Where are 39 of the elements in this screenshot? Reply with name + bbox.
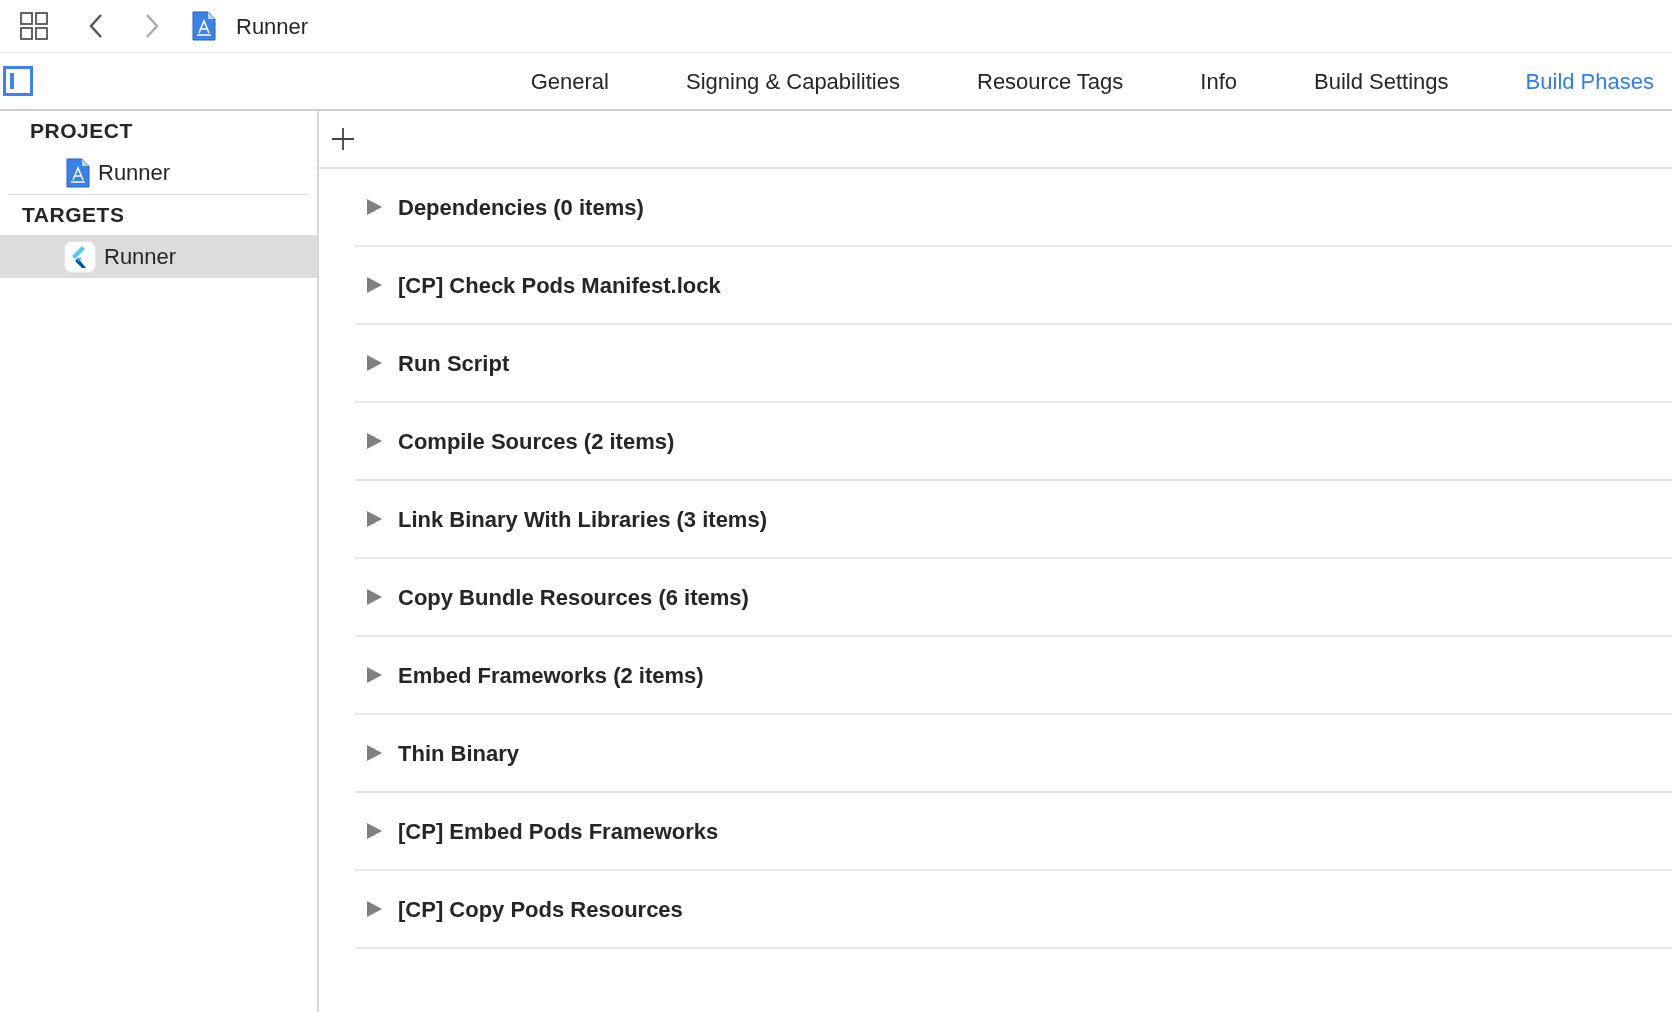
add-icon[interactable]: [331, 127, 355, 151]
section-heading: TARGETS: [22, 202, 125, 229]
disclosure-triangle[interactable]: [366, 277, 382, 293]
build-phase-title[interactable]: Copy Bundle Resources (6 items): [398, 580, 749, 614]
sidebar-item[interactable]: Runner: [0, 151, 317, 194]
tab[interactable]: Build Phases: [1525, 64, 1654, 98]
disclosure-triangle[interactable]: [366, 589, 382, 605]
breadcrumb-title[interactable]: Runner: [236, 9, 309, 43]
disclosure-triangle[interactable]: [366, 199, 382, 215]
section-heading: PROJECT: [30, 118, 133, 145]
grid-icon[interactable]: [20, 12, 48, 40]
tab[interactable]: General: [530, 64, 609, 98]
build-phase-title[interactable]: Compile Sources (2 items): [398, 424, 675, 458]
build-phase-title[interactable]: Embed Frameworks (2 items): [398, 658, 704, 692]
disclosure-triangle[interactable]: [366, 667, 382, 683]
disclosure-triangle[interactable]: [366, 745, 382, 761]
sidebar-toggle-icon[interactable]: [3, 66, 33, 96]
tab[interactable]: Build Settings: [1314, 64, 1449, 98]
disclosure-triangle[interactable]: [366, 355, 382, 371]
sidebar-item[interactable]: Runner: [0, 235, 317, 278]
build-phase-title[interactable]: [CP] Copy Pods Resources: [398, 892, 683, 926]
app-target-icon: [64, 240, 96, 273]
disclosure-triangle[interactable]: [366, 823, 382, 839]
disclosure-triangle[interactable]: [366, 901, 382, 917]
forward-icon[interactable]: [144, 13, 160, 39]
tab[interactable]: Info: [1200, 64, 1238, 98]
back-icon[interactable]: [88, 13, 104, 39]
build-phase-title[interactable]: [CP] Check Pods Manifest.lock: [398, 268, 721, 302]
disclosure-triangle[interactable]: [366, 511, 382, 527]
build-phase-title[interactable]: [CP] Embed Pods Frameworks: [398, 814, 719, 848]
app-document-icon: [66, 157, 90, 188]
tab[interactable]: Resource Tags: [977, 64, 1124, 98]
build-phase-title[interactable]: Link Binary With Libraries (3 items): [398, 502, 767, 536]
disclosure-triangle[interactable]: [366, 433, 382, 449]
build-phase-title[interactable]: Run Script: [398, 346, 510, 380]
app-document-icon: [192, 11, 216, 41]
build-phase-title[interactable]: Dependencies (0 items): [398, 190, 644, 224]
tab[interactable]: Signing & Capabilities: [685, 64, 900, 98]
build-phase-title[interactable]: Thin Binary: [398, 736, 519, 770]
